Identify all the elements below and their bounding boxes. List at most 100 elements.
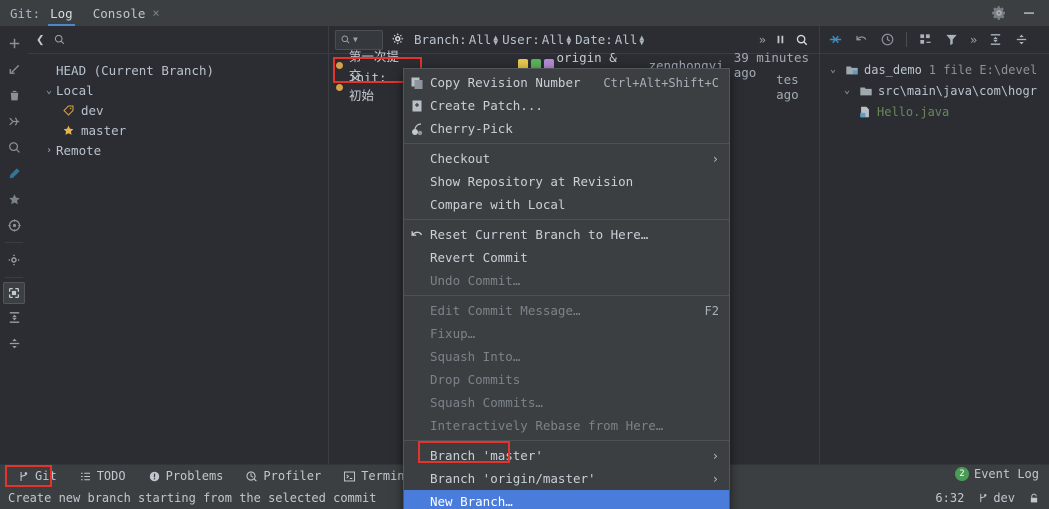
tab-console-label: Console [93,6,146,21]
star-icon[interactable] [3,186,25,212]
search-icon[interactable] [795,33,809,47]
target-icon[interactable] [3,212,25,238]
tool-window-label: Git [35,469,57,483]
toolbar-divider [5,242,23,243]
filter-icon[interactable] [944,32,959,47]
revert-icon[interactable] [854,32,869,47]
status-bar-right: 6:32 dev [935,491,1049,505]
status-branch-label: dev [993,491,1015,505]
edit-highlight-icon[interactable] [3,160,25,186]
collapse-selection-icon[interactable] [828,32,843,47]
chevron-updown-icon[interactable]: ▲▼ [639,35,644,45]
menu-item-label: Drop Commits [430,372,520,387]
filter-branch-value: All [469,32,492,47]
plus-icon[interactable] [3,30,25,56]
changed-files-panel: » ⌄ das_demo 1 file E:\devel ⌄ src\main\… [819,26,1049,481]
menu-item-new-branch[interactable]: New Branch… [404,490,729,509]
status-branch[interactable]: dev [977,491,1015,505]
search-icon [53,33,66,46]
filter-user[interactable]: User: All ▲▼ [502,32,571,47]
file-tree-row-file[interactable]: Hello.java [820,101,1049,122]
filter-date[interactable]: Date: All ▲▼ [575,32,644,47]
menu-item-label: Squash Into… [430,349,520,364]
lock-icon[interactable] [1028,492,1040,505]
chevron-right-icon[interactable]: › [42,145,56,156]
idea-git-log-window: Git: Log Console × [0,0,1049,509]
expand-all-icon[interactable] [988,32,1003,47]
file-tree-row-module[interactable]: ⌄ das_demo 1 file E:\devel [820,59,1049,80]
file-tree-row-package[interactable]: ⌄ src\main\java\com\hogr [820,80,1049,101]
group-by-icon[interactable] [918,32,933,47]
expand-all-icon[interactable] [3,304,25,330]
minimize-icon[interactable] [1021,5,1037,21]
trash-icon[interactable] [3,82,25,108]
menu-item-revert-commit[interactable]: Revert Commit [404,246,729,269]
tool-window-label: Git: [10,6,40,21]
close-icon[interactable]: × [152,6,159,20]
commit-time: tes ago [776,72,819,102]
gear-icon[interactable] [991,5,1007,21]
menu-item-compare-with-local[interactable]: Compare with Local [404,193,729,216]
tree-item-master[interactable]: master [28,120,328,140]
tree-item-dev[interactable]: dev [28,100,328,120]
menu-item-cherry-pick[interactable]: Cherry-Pick [404,117,729,140]
cherry-icon [409,121,425,137]
menu-item-reset-current-branch-to-here[interactable]: Reset Current Branch to Here… [404,223,729,246]
menu-item-branch-origin-master[interactable]: Branch 'origin/master' › [404,467,729,490]
tool-window-profiler[interactable]: Profiler [234,465,332,488]
tool-window-git[interactable]: Git [6,465,68,488]
tree-item-remote[interactable]: › Remote [28,140,328,160]
toolbar-divider [906,32,907,47]
search-icon[interactable] [3,134,25,160]
menu-item-shortcut: F2 [705,304,719,318]
event-log-button[interactable]: 2 Event Log [955,467,1039,481]
problems-icon [148,470,161,483]
folder-icon [859,84,873,98]
chevron-down-icon[interactable]: ⌄ [840,85,854,96]
collapse-all-icon[interactable] [1014,32,1029,47]
chevron-down-icon[interactable]: ⌄ [826,64,840,75]
menu-separator [404,219,729,220]
merge-icon[interactable] [3,108,25,134]
tree-item-head[interactable]: HEAD (Current Branch) [28,60,328,80]
history-icon[interactable] [880,32,895,47]
gear-icon[interactable] [3,247,25,273]
more-icon[interactable]: » [970,33,977,47]
menu-item-copy-revision-number[interactable]: Copy Revision Number Ctrl+Alt+Shift+C [404,71,729,94]
branch-tree: HEAD (Current Branch) ⌄ Local dev master… [28,54,328,160]
chevron-double-right-icon[interactable]: » [759,33,766,47]
chevron-updown-icon[interactable]: ▲▼ [566,35,571,45]
filter-branch[interactable]: Branch: All ▲▼ [414,32,498,47]
menu-item-branch-master[interactable]: Branch 'master' › [404,444,729,467]
menu-item-label: Fixup… [430,326,475,341]
tool-window-todo[interactable]: TODO [68,465,137,488]
menu-separator [404,143,729,144]
caret-position[interactable]: 6:32 [935,491,964,505]
pause-icon[interactable] [774,33,787,46]
arrow-down-left-icon[interactable] [3,56,25,82]
chevron-left-icon[interactable]: ❮ [36,32,44,48]
menu-item-label: Checkout [430,151,490,166]
menu-item-label: Copy Revision Number [430,75,581,90]
filter-branch-label: Branch: [414,32,467,47]
chevron-updown-icon[interactable]: ▲▼ [493,35,498,45]
tool-window-problems[interactable]: Problems [137,465,235,488]
menu-item-create-patch[interactable]: Create Patch... [404,94,729,117]
copy-icon [409,75,425,91]
menu-item-show-repository-at-revision[interactable]: Show Repository at Revision [404,170,729,193]
branch-search-input[interactable] [73,32,320,47]
gear-icon[interactable] [391,32,406,47]
tree-item-label: master [81,123,126,138]
left-vertical-toolbar [0,26,28,481]
collapse-all-icon[interactable] [3,330,25,356]
frame-icon[interactable] [3,282,25,304]
chevron-down-icon[interactable]: ▼ [353,35,358,44]
tree-item-local[interactable]: ⌄ Local [28,80,328,100]
menu-item-checkout[interactable]: Checkout › [404,147,729,170]
menu-item-label: Compare with Local [430,197,565,212]
tab-log[interactable]: Log [40,0,83,26]
toolbar-divider [5,277,23,278]
chevron-down-icon[interactable]: ⌄ [42,85,56,96]
terminal-icon [343,470,356,483]
tab-console[interactable]: Console × [83,0,170,26]
